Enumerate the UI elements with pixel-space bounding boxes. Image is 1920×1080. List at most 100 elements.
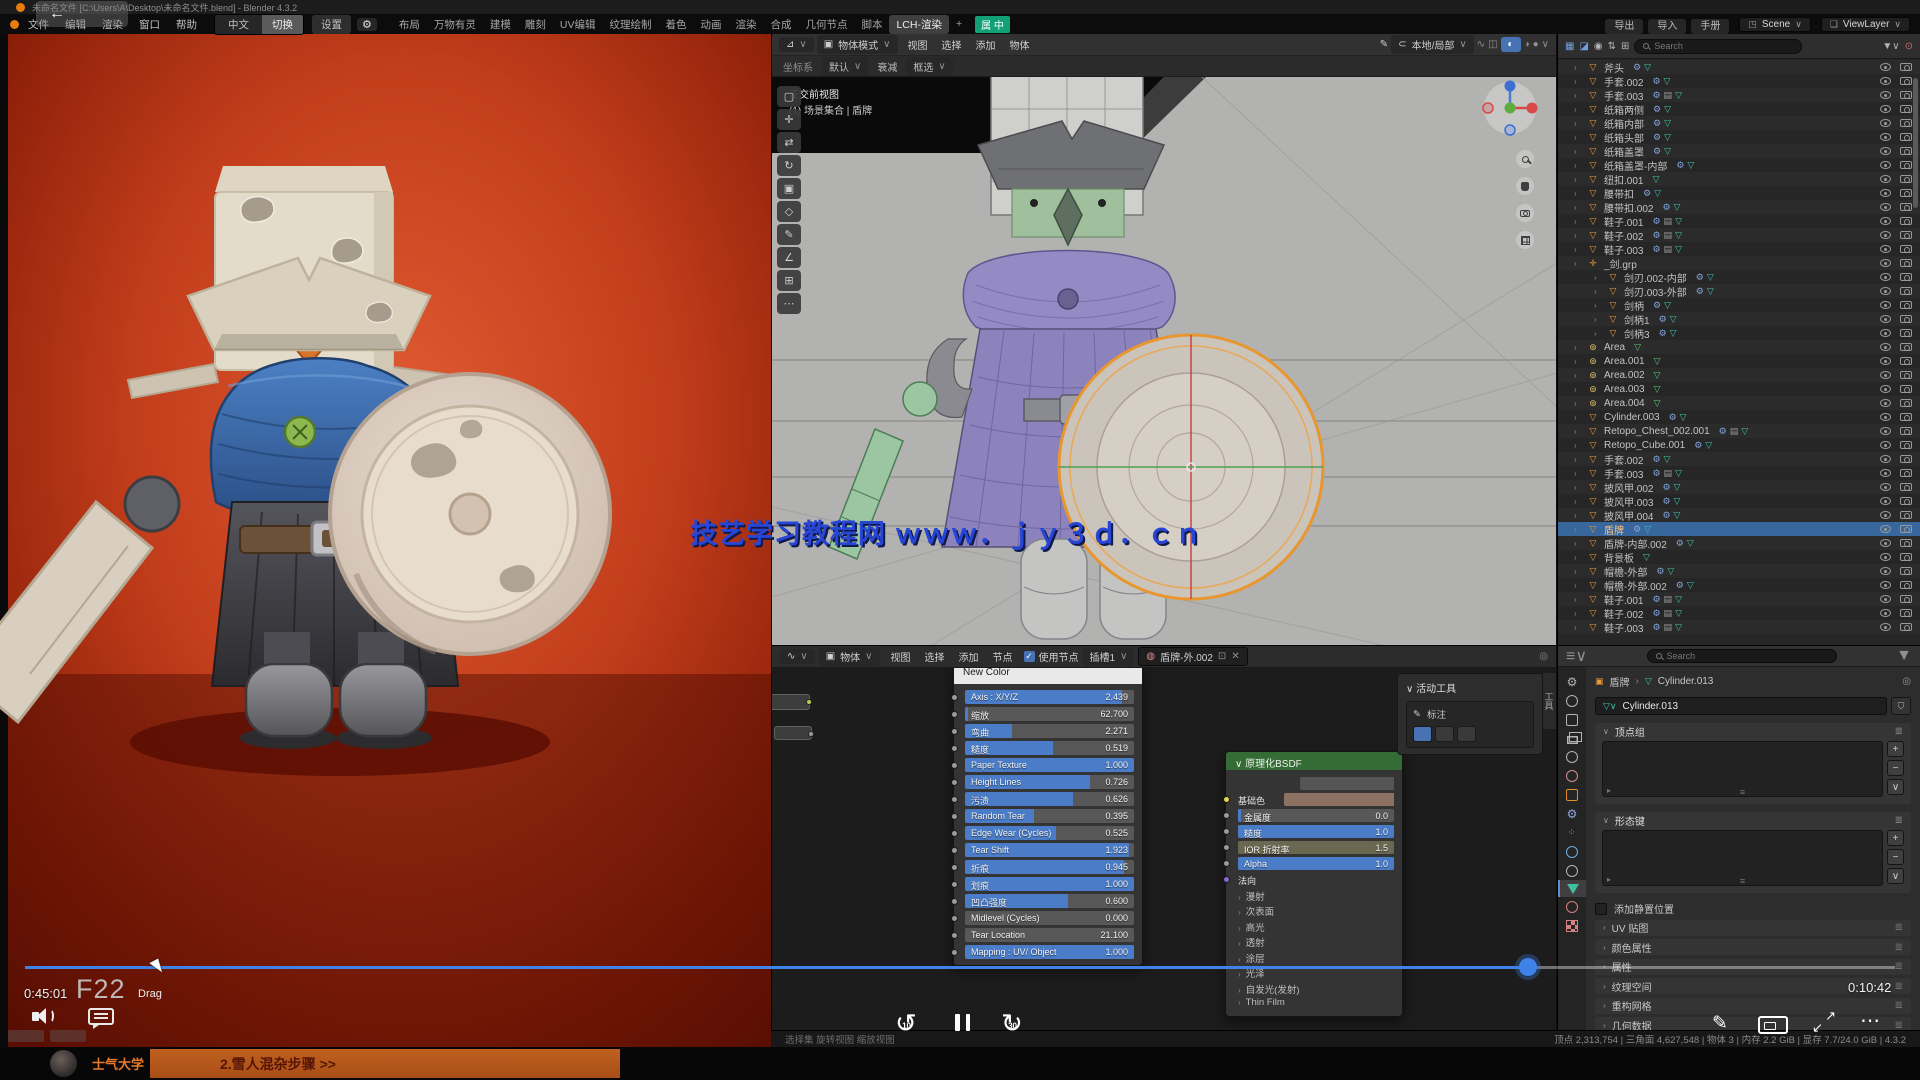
base-color-row[interactable]: 基础色 — [1238, 793, 1394, 806]
move-icon[interactable]: ⇄ — [777, 132, 801, 153]
hide-render-icon[interactable] — [1900, 259, 1912, 267]
hide-render-icon[interactable] — [1900, 91, 1912, 99]
remove-button[interactable]: − — [1887, 849, 1904, 865]
bsdf-section-row[interactable]: ›高光 — [1238, 920, 1394, 933]
shield-icon[interactable]: ⛉ — [1891, 697, 1911, 715]
hide-viewport-icon[interactable] — [1880, 539, 1891, 547]
rest-position-checkbox[interactable] — [1595, 903, 1607, 915]
properties-search-input[interactable]: Search — [1647, 649, 1837, 663]
node-param-slider[interactable]: Height Lines 0.726 — [965, 775, 1134, 789]
hide-render-icon[interactable] — [1900, 301, 1912, 309]
workspace-tab[interactable]: 渲染 — [728, 15, 763, 34]
hide-viewport-icon[interactable] — [1880, 371, 1891, 379]
tool-option[interactable] — [1435, 726, 1454, 742]
menu-item[interactable]: 帮助 — [168, 17, 205, 33]
base-color-swatch[interactable] — [1284, 793, 1394, 806]
expand-icon[interactable]: › — [1574, 609, 1582, 618]
hide-viewport-icon[interactable] — [1880, 287, 1891, 295]
forward-30-button[interactable]: ↻30 — [1001, 1008, 1023, 1039]
expand-icon[interactable]: › — [1574, 399, 1582, 408]
outliner-row[interactable]: › 剑刃.002-内部 ⚙ ▤ ▽ — [1558, 270, 1920, 284]
expand-icon[interactable]: › — [1574, 469, 1582, 478]
bsdf-slider[interactable]: 金属度 0.0 — [1238, 809, 1394, 822]
workspace-tab[interactable]: 脚本 — [854, 15, 889, 34]
rotate-icon[interactable]: ↻ — [777, 155, 801, 176]
expand-icon[interactable]: › — [1574, 623, 1582, 632]
socket-icon[interactable] — [951, 694, 958, 701]
expand-icon[interactable]: › — [1594, 329, 1602, 338]
blender-menu-icon[interactable] — [10, 20, 19, 29]
hide-viewport-icon[interactable] — [1880, 399, 1891, 407]
outliner-row[interactable]: › Area.004 ⚙ ▤ ▽ — [1558, 396, 1920, 410]
expand-icon[interactable]: › — [1574, 203, 1582, 212]
specials-dropdown[interactable]: ∨ — [1887, 868, 1904, 884]
outliner-search-input[interactable]: Search — [1634, 39, 1802, 54]
hide-viewport-icon[interactable] — [1880, 91, 1891, 99]
hide-render-icon[interactable] — [1900, 581, 1912, 589]
hide-viewport-icon[interactable] — [1880, 609, 1891, 617]
hide-render-icon[interactable] — [1900, 231, 1912, 239]
volume-icon[interactable] — [32, 1008, 54, 1024]
hide-render-icon[interactable] — [1900, 441, 1912, 449]
outliner-row[interactable]: › 披风甲.004 ⚙ ▤ ▽ — [1558, 508, 1920, 522]
bsdf-section-row[interactable]: ›Thin Film — [1238, 997, 1394, 1010]
workspace-tab[interactable]: UV编辑 — [553, 15, 603, 34]
hide-render-icon[interactable] — [1900, 469, 1912, 477]
outliner-row[interactable]: › 鞋子.001 ⚙ ▤ ▽ — [1558, 592, 1920, 606]
expand-icon[interactable]: › — [1574, 413, 1582, 422]
topbar-action-button[interactable]: 手册 — [1691, 19, 1729, 34]
workspace-tab[interactable]: 建模 — [483, 15, 518, 34]
hide-render-icon[interactable] — [1900, 119, 1912, 127]
hide-render-icon[interactable] — [1900, 329, 1912, 337]
settings-button[interactable]: 设置 — [312, 15, 351, 34]
datablock-field[interactable]: ▽∨ Cylinder.013 — [1595, 697, 1887, 715]
expand-icon[interactable]: › — [1574, 455, 1582, 464]
outliner-row[interactable]: › Area.003 ⚙ ▤ ▽ — [1558, 382, 1920, 396]
socket-icon[interactable] — [951, 762, 958, 769]
select-box-icon[interactable]: ▢ — [777, 86, 801, 107]
node-param-slider[interactable]: 糙度 0.519 — [965, 741, 1134, 755]
editor-type-button[interactable]: ∿∨ — [780, 649, 815, 664]
language-current[interactable]: 中文 — [215, 15, 262, 34]
add-button[interactable]: + — [1887, 741, 1904, 757]
active-tool-item[interactable]: ✎标注 — [1413, 707, 1527, 721]
falloff-label[interactable]: 衰减 — [877, 59, 897, 74]
socket-icon[interactable] — [951, 864, 958, 871]
mode-selector[interactable]: ▣物体模式∨ — [817, 35, 898, 54]
distribution-dropdown[interactable] — [1238, 777, 1394, 790]
hide-render-icon[interactable] — [1900, 147, 1912, 155]
outliner-row[interactable]: › 手套.002 ⚙ ▤ ▽ — [1558, 74, 1920, 88]
hide-render-icon[interactable] — [1900, 77, 1912, 85]
expand-icon[interactable]: › — [1574, 91, 1582, 100]
hide-render-icon[interactable] — [1900, 609, 1912, 617]
bsdf-slider[interactable]: IOR 折射率 1.5 — [1238, 841, 1394, 854]
node-param-slider[interactable]: 折痕 0.945 — [965, 860, 1134, 874]
hide-viewport-icon[interactable] — [1880, 133, 1891, 141]
expand-icon[interactable]: › — [1574, 483, 1582, 492]
expand-icon[interactable]: › — [1574, 371, 1582, 380]
node-param-slider[interactable]: Mapping : UV/ Object 1.000 — [965, 945, 1134, 959]
hide-render-icon[interactable] — [1900, 203, 1912, 211]
expand-icon[interactable]: › — [1574, 581, 1582, 590]
hide-viewport-icon[interactable] — [1880, 273, 1891, 281]
player-chip[interactable] — [50, 1030, 86, 1042]
breadcrumb-mesh[interactable]: Cylinder.013 — [1658, 676, 1714, 687]
specials-dropdown[interactable]: ∨ — [1887, 779, 1904, 795]
menu-item[interactable]: 窗口 — [131, 17, 168, 33]
expand-icon[interactable]: › — [1574, 189, 1582, 198]
progress-handle[interactable] — [1519, 958, 1537, 976]
hide-render-icon[interactable] — [1900, 133, 1912, 141]
expand-icon[interactable]: › — [1574, 175, 1582, 184]
node-param-slider[interactable]: 污渍 0.626 — [965, 792, 1134, 806]
pause-button[interactable] — [955, 1014, 970, 1031]
hide-render-icon[interactable] — [1900, 497, 1912, 505]
gear-icon[interactable]: ⚙ — [357, 18, 377, 31]
workspace-tab[interactable]: 着色 — [658, 15, 693, 34]
orientation-selector[interactable]: ⊂本地/局部∨ — [1391, 35, 1474, 54]
hide-render-icon[interactable] — [1900, 189, 1912, 197]
hide-viewport-icon[interactable] — [1880, 469, 1891, 477]
topbar-action-button[interactable]: 导出 — [1605, 19, 1643, 34]
bsdf-section-row[interactable]: ›漫射 — [1238, 889, 1394, 902]
hide-viewport-icon[interactable] — [1880, 301, 1891, 309]
shape-keys-list[interactable] — [1602, 830, 1883, 886]
